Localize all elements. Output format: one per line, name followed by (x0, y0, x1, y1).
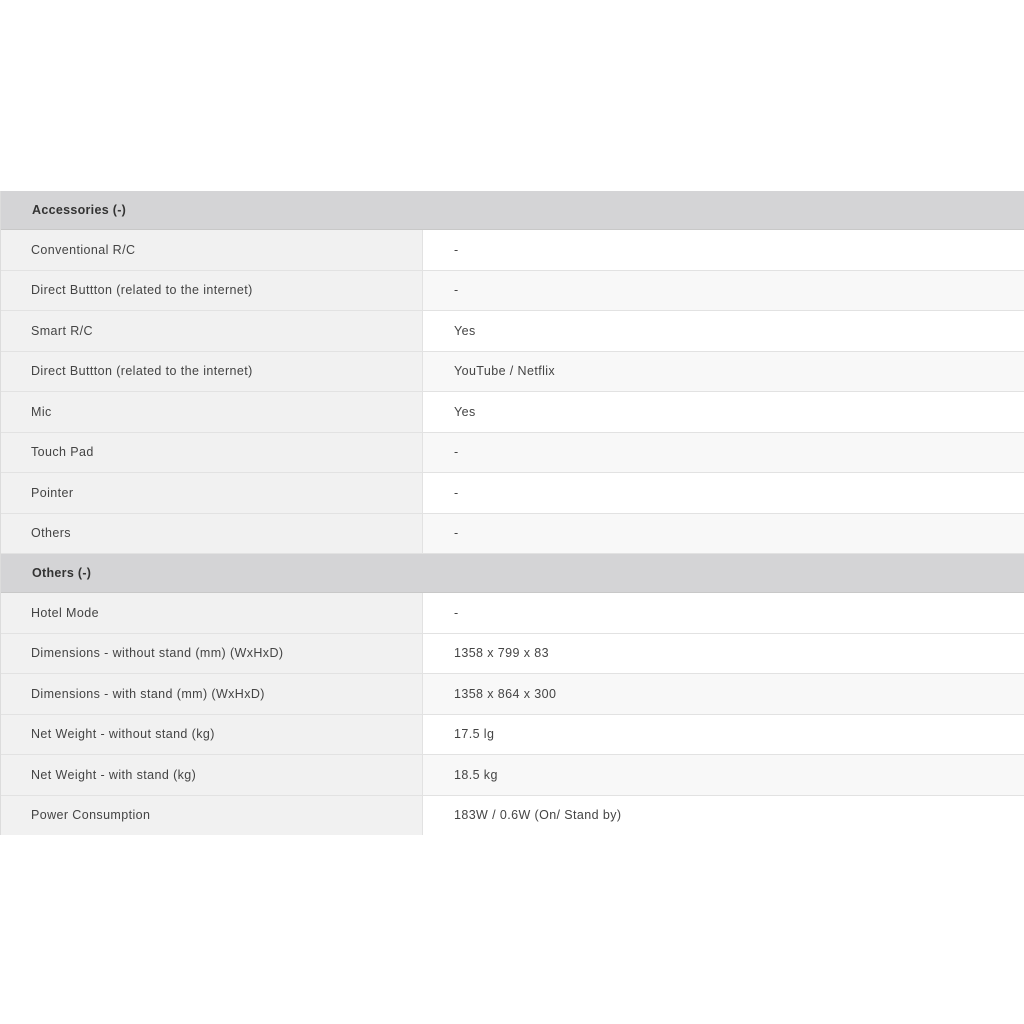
row-label: Pointer (1, 473, 423, 513)
table-row: Net Weight - without stand (kg) 17.5 lg (1, 714, 1024, 755)
spec-table: Accessories (-) Conventional R/C - Direc… (0, 191, 1024, 835)
row-value: - (423, 432, 1024, 472)
row-value: - (423, 513, 1024, 553)
table-row: Hotel Mode - (1, 593, 1024, 634)
row-label: Hotel Mode (1, 593, 423, 633)
table-row: Direct Buttton (related to the internet)… (1, 351, 1024, 392)
row-label: Conventional R/C (1, 230, 423, 270)
table-row: Touch Pad - (1, 432, 1024, 473)
row-value: Yes (423, 311, 1024, 351)
table-row: Net Weight - with stand (kg) 18.5 kg (1, 755, 1024, 796)
table-row: Dimensions - without stand (mm) (WxHxD) … (1, 633, 1024, 674)
row-value: 1358 x 864 x 300 (423, 674, 1024, 714)
row-label: Mic (1, 392, 423, 432)
table-row: Pointer - (1, 473, 1024, 514)
row-value: 18.5 kg (423, 755, 1024, 795)
table-row: Mic Yes (1, 392, 1024, 433)
table-row: Smart R/C Yes (1, 311, 1024, 352)
section-header-accessories[interactable]: Accessories (-) (1, 191, 1024, 230)
row-value: YouTube / Netflix (423, 351, 1024, 391)
row-label: Power Consumption (1, 795, 423, 835)
row-label: Dimensions - without stand (mm) (WxHxD) (1, 633, 423, 673)
row-label: Smart R/C (1, 311, 423, 351)
row-value: - (423, 593, 1024, 633)
table-row: Direct Buttton (related to the internet)… (1, 270, 1024, 311)
section-header-others[interactable]: Others (-) (1, 554, 1024, 593)
row-label: Direct Buttton (related to the internet) (1, 270, 423, 310)
row-value: - (423, 270, 1024, 310)
row-label: Dimensions - with stand (mm) (WxHxD) (1, 674, 423, 714)
row-label: Net Weight - with stand (kg) (1, 755, 423, 795)
row-value: - (423, 473, 1024, 513)
table-row: Conventional R/C - (1, 230, 1024, 271)
row-value: Yes (423, 392, 1024, 432)
row-value: 17.5 lg (423, 714, 1024, 754)
row-value: - (423, 230, 1024, 270)
row-value: 183W / 0.6W (On/ Stand by) (423, 795, 1024, 835)
row-label: Others (1, 513, 423, 553)
row-label: Direct Buttton (related to the internet) (1, 351, 423, 391)
table-row: Dimensions - with stand (mm) (WxHxD) 135… (1, 674, 1024, 715)
row-label: Touch Pad (1, 432, 423, 472)
table-row: Others - (1, 513, 1024, 554)
row-label: Net Weight - without stand (kg) (1, 714, 423, 754)
table-row: Power Consumption 183W / 0.6W (On/ Stand… (1, 795, 1024, 835)
row-value: 1358 x 799 x 83 (423, 633, 1024, 673)
